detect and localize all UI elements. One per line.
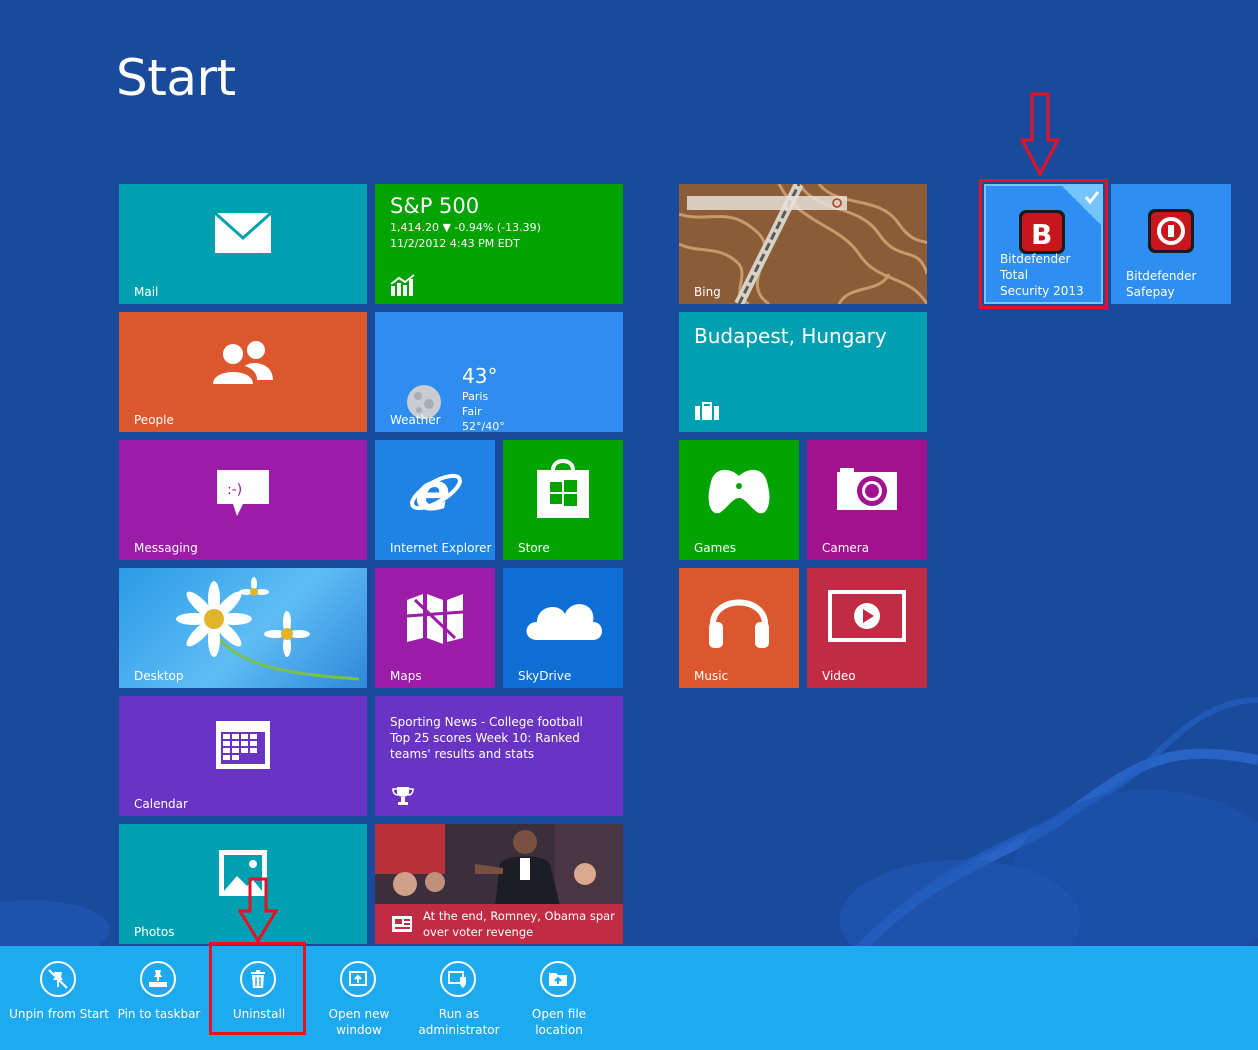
news-headline: At the end, Romney, Obama spar over vote… <box>423 909 615 939</box>
tile-calendar-label: Calendar <box>134 797 188 811</box>
calendar-icon <box>216 721 270 769</box>
run-as-administrator-button[interactable]: Run as administrator <box>409 946 509 1050</box>
people-icon <box>213 341 273 384</box>
weather-condition: Fair <box>462 405 482 418</box>
mail-icon <box>214 212 272 253</box>
cloud-icon <box>526 604 602 640</box>
tile-games-label: Games <box>694 541 736 555</box>
weather-range: 52°/40° <box>462 420 505 432</box>
news-photo-image <box>375 824 623 906</box>
tile-internet-explorer-label: Internet Explorer <box>390 541 492 555</box>
maps-icon <box>406 594 464 644</box>
tile-games[interactable]: Games <box>679 440 799 560</box>
tile-people-label: People <box>134 413 174 427</box>
start-title: Start <box>116 49 236 107</box>
tile-store[interactable]: Store <box>503 440 623 560</box>
tile-music-label: Music <box>694 669 729 683</box>
camera-icon <box>837 468 897 510</box>
open-new-window-label: Open new window <box>328 1007 390 1037</box>
tile-people[interactable]: People <box>119 312 367 432</box>
svg-text::-): :-) <box>227 482 242 498</box>
highlight-box-uninstall <box>209 942 306 1035</box>
tile-store-label: Store <box>518 541 550 555</box>
tile-skydrive-label: SkyDrive <box>518 669 572 683</box>
app-bar: Unpin from Start Pin to taskbar Uninstal… <box>0 946 1258 1050</box>
tile-news[interactable]: At the end, Romney, Obama spar over vote… <box>375 824 623 944</box>
unpin-icon <box>40 961 76 997</box>
xbox-icon <box>708 469 770 514</box>
finance-index-name: S&P 500 <box>390 194 480 218</box>
finance-chart-icon <box>390 274 415 296</box>
run-as-administrator-label: Run as administrator <box>418 1007 500 1037</box>
messaging-icon: :-) <box>217 470 269 516</box>
svg-text:e: e <box>415 463 450 520</box>
suitcase-icon <box>695 402 719 420</box>
internet-explorer-icon: e <box>410 463 462 520</box>
tile-weather-label: Weather <box>390 413 441 427</box>
tile-camera-label: Camera <box>822 541 870 555</box>
pin-to-taskbar-button[interactable]: Pin to taskbar <box>109 946 209 1050</box>
news-caption-bar: At the end, Romney, Obama spar over vote… <box>375 904 623 944</box>
travel-destination: Budapest, Hungary <box>694 324 887 348</box>
store-icon <box>537 459 589 518</box>
open-file-location-label: Open file location <box>531 1007 587 1037</box>
tile-bitdefender-safepay[interactable]: Bitdefender Safepay <box>1111 184 1231 304</box>
tile-photos-label: Photos <box>134 925 175 939</box>
open-new-window-button[interactable]: Open new window <box>309 946 409 1050</box>
tile-messaging[interactable]: :-) Messaging <box>119 440 367 560</box>
tile-travel[interactable]: Budapest, Hungary <box>679 312 927 432</box>
tile-mail-label: Mail <box>134 285 159 299</box>
tile-bing[interactable]: Bing <box>679 184 927 304</box>
open-file-location-button[interactable]: Open file location <box>509 946 609 1050</box>
arrow-down-icon <box>1020 92 1060 176</box>
admin-shield-icon <box>440 961 476 997</box>
tile-calendar[interactable]: Calendar <box>119 696 367 816</box>
arrow-down-icon <box>238 877 278 943</box>
tile-sports[interactable]: Sporting News - College football Top 25 … <box>375 696 623 816</box>
safepay-icon <box>1148 209 1194 253</box>
finance-index-value: 1,414.20 ▼ -0.94% (-13.39) <box>390 221 541 234</box>
tile-bing-label: Bing <box>694 285 721 299</box>
highlight-box-bitdefender <box>979 179 1108 309</box>
unpin-from-start-label: Unpin from Start <box>9 1007 109 1021</box>
tile-mail[interactable]: Mail <box>119 184 367 304</box>
unpin-from-start-button[interactable]: Unpin from Start <box>9 946 109 1050</box>
bitdefender-safepay-label: Bitdefender Safepay <box>1126 269 1197 299</box>
trophy-icon <box>392 787 414 805</box>
tile-desktop[interactable]: Desktop <box>119 568 367 688</box>
tile-finance[interactable]: S&P 500 1,414.20 ▼ -0.94% (-13.39) 11/2/… <box>375 184 623 304</box>
tile-maps[interactable]: Maps <box>375 568 495 688</box>
news-icon <box>392 916 412 932</box>
tile-maps-label: Maps <box>390 669 422 683</box>
sports-headline: Sporting News - College football Top 25 … <box>390 715 583 761</box>
tile-messaging-label: Messaging <box>134 541 198 555</box>
tile-camera[interactable]: Camera <box>807 440 927 560</box>
video-icon <box>828 590 906 642</box>
weather-city: Paris <box>462 390 489 403</box>
tile-skydrive[interactable]: SkyDrive <box>503 568 623 688</box>
tile-video-label: Video <box>822 669 856 683</box>
new-window-icon <box>340 961 376 997</box>
daisy-wallpaper-image <box>176 577 359 681</box>
weather-temperature: 43° <box>462 364 498 388</box>
tile-desktop-label: Desktop <box>134 669 184 683</box>
pin-to-taskbar-label: Pin to taskbar <box>117 1007 201 1021</box>
tile-weather[interactable]: 43° Paris Fair 52°/40° Weather <box>375 312 623 432</box>
tile-internet-explorer[interactable]: e Internet Explorer <box>375 440 495 560</box>
folder-icon <box>540 961 576 997</box>
tile-video[interactable]: Video <box>807 568 927 688</box>
pin-taskbar-icon <box>140 961 176 997</box>
finance-timestamp: 11/2/2012 4:43 PM EDT <box>390 237 520 250</box>
tile-music[interactable]: Music <box>679 568 799 688</box>
headphones-icon <box>709 599 769 648</box>
